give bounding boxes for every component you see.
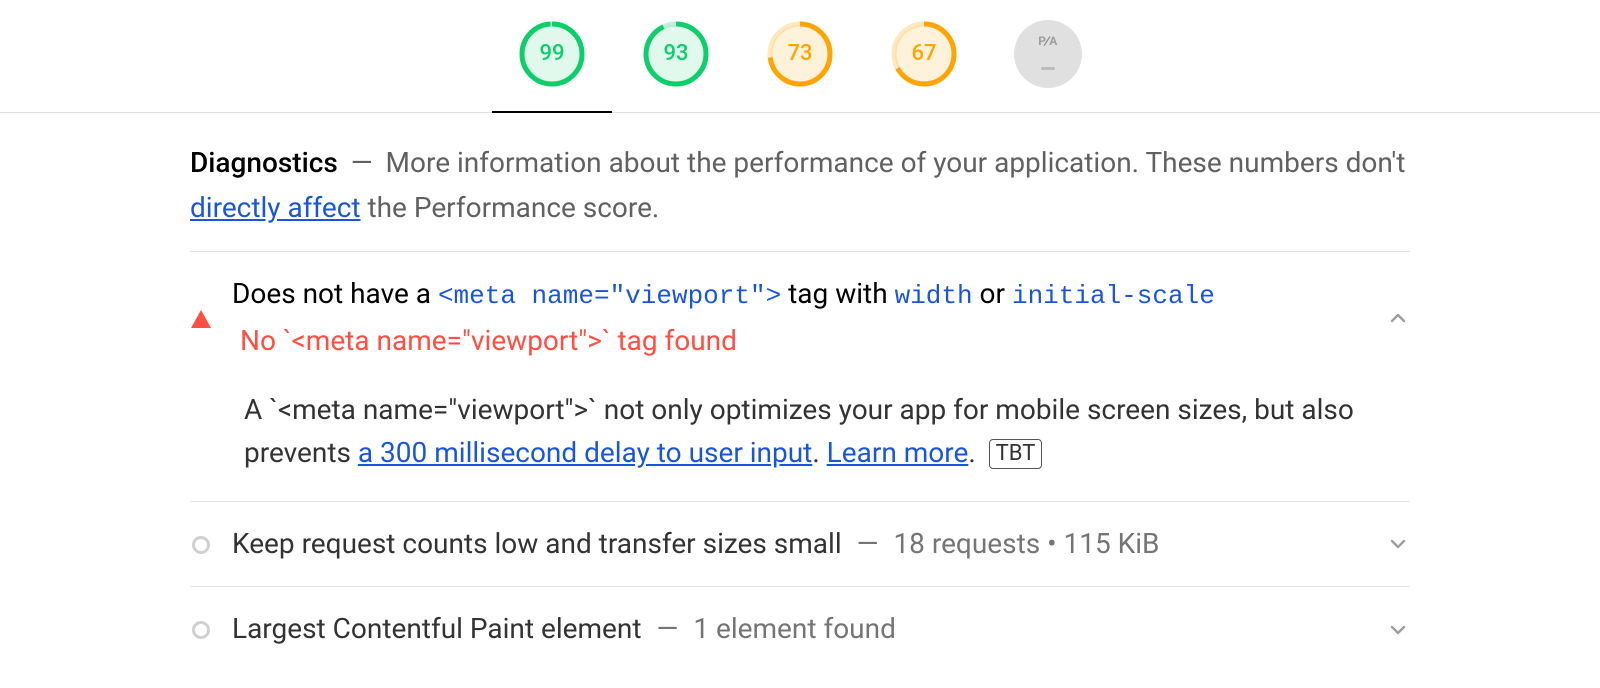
score-value: 73 (787, 43, 812, 65)
score-gauge[interactable]: 73 (766, 20, 834, 88)
diagnostics-desc-pre: More information about the performance o… (386, 146, 1406, 179)
score-gauge-pwa[interactable]: P/A (1014, 20, 1082, 88)
learn-more-link[interactable]: Learn more (827, 436, 969, 469)
audit-viewport-title: Does not have a <meta name="viewport"> t… (232, 274, 1410, 362)
score-value: 99 (539, 43, 564, 65)
audit-viewport-body: A `<meta name="viewport">` not only opti… (190, 362, 1410, 479)
audit-requests: Keep request counts low and transfer siz… (190, 502, 1410, 588)
score-gauge[interactable]: 67 (890, 20, 958, 88)
audit-lcp-header[interactable]: Largest Contentful Paint element — 1 ele… (190, 609, 1410, 650)
audit-lcp-detail: 1 element found (693, 612, 896, 645)
chevron-down-icon (1386, 618, 1410, 642)
dash-separator: — (351, 146, 373, 179)
score-gauge[interactable]: 99 (518, 20, 586, 88)
score-gauges-row: 99 93 73 67 P/A (0, 0, 1600, 113)
audit-viewport: Does not have a <meta name="viewport"> t… (190, 252, 1410, 502)
diagnostics-heading: Diagnostics — More information about the… (190, 141, 1410, 252)
delay-link[interactable]: a 300 millisecond delay to user input (358, 436, 812, 469)
diagnostics-title: Diagnostics (190, 146, 338, 179)
directly-affect-link[interactable]: directly affect (190, 191, 361, 224)
audit-requests-title: Keep request counts low and transfer siz… (232, 524, 1410, 565)
fail-triangle-icon (190, 274, 212, 328)
audit-requests-header[interactable]: Keep request counts low and transfer siz… (190, 524, 1410, 565)
score-value: 67 (911, 43, 936, 65)
audit-viewport-header[interactable]: Does not have a <meta name="viewport"> t… (190, 274, 1410, 362)
diagnostics-desc-post: the Performance score. (361, 191, 660, 224)
diagnostics-section: Diagnostics — More information about the… (190, 113, 1410, 672)
pwa-label: P/A (1038, 34, 1058, 48)
audit-requests-detail: 18 requests • 115 KiB (893, 527, 1159, 560)
audit-viewport-subtitle: No `<meta name="viewport">` tag found (240, 321, 1410, 362)
info-circle-icon (190, 524, 212, 554)
info-circle-icon (190, 609, 212, 639)
chevron-up-icon (1386, 306, 1410, 330)
pwa-dash-icon (1041, 67, 1055, 70)
score-value: 93 (663, 43, 688, 65)
score-gauge[interactable]: 93 (642, 20, 710, 88)
audit-lcp-title: Largest Contentful Paint element — 1 ele… (232, 609, 1410, 650)
tbt-badge: TBT (989, 439, 1043, 469)
audit-lcp: Largest Contentful Paint element — 1 ele… (190, 587, 1410, 672)
chevron-down-icon (1386, 532, 1410, 556)
active-tab-indicator (492, 111, 612, 113)
